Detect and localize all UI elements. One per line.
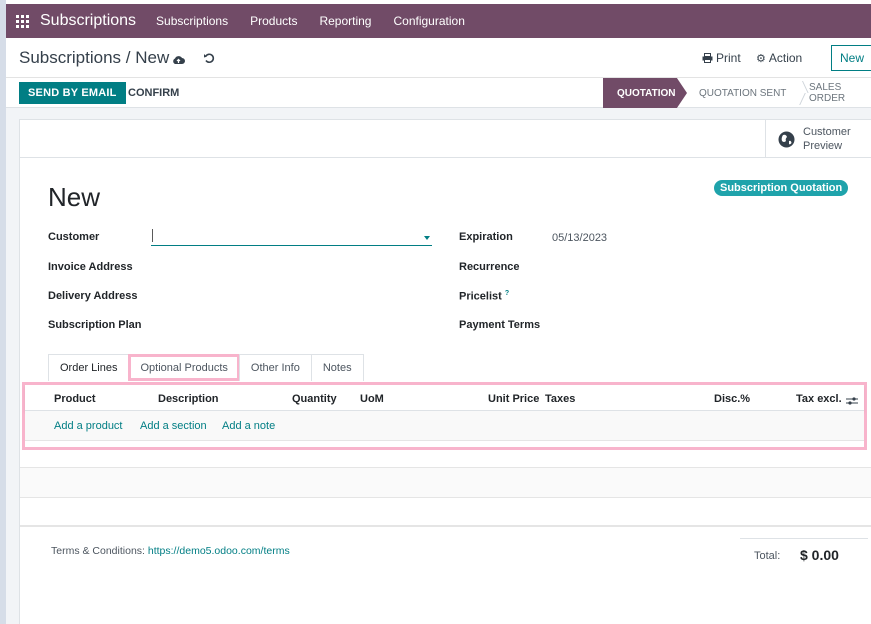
preview-label-line1: Customer — [803, 126, 851, 138]
col-description[interactable]: Description — [158, 393, 219, 405]
expiration-value[interactable]: 05/13/2023 — [552, 232, 607, 244]
stage-sales-order[interactable]: SALES ORDER — [809, 78, 871, 108]
customer-input[interactable] — [151, 226, 432, 246]
column-settings-icon[interactable] — [846, 393, 858, 411]
menu-products[interactable]: Products — [250, 14, 297, 28]
col-unit-price[interactable]: Unit Price — [488, 393, 539, 405]
add-product-link[interactable]: Add a product — [54, 420, 123, 432]
action-label: Action — [768, 51, 803, 65]
order-lines-table: Product Description Quantity UoM Unit Pr… — [22, 382, 867, 450]
col-tax-excl[interactable]: Tax excl. — [796, 393, 842, 405]
terms-label: Terms & Conditions: — [51, 545, 145, 557]
help-tooltip-icon[interactable]: ? — [505, 290, 509, 297]
tab-other-info[interactable]: Other Info — [238, 354, 312, 381]
dropdown-caret-icon[interactable] — [424, 236, 430, 240]
total-label: Total: — [754, 550, 781, 562]
add-section-link[interactable]: Add a section — [140, 420, 207, 432]
print-label: Print — [716, 51, 741, 65]
top-navbar: Subscriptions Subscriptions Products Rep… — [6, 4, 871, 38]
add-line-row: Add a product Add a section Add a note — [25, 411, 864, 441]
col-discount[interactable]: Disc.% — [714, 393, 750, 405]
record-title: New — [48, 182, 101, 212]
table-header: Product Description Quantity UoM Unit Pr… — [25, 385, 864, 411]
table-row-divider — [20, 497, 871, 498]
gear-icon: ⚙ — [756, 52, 766, 65]
save-cloud-icon[interactable] — [172, 52, 185, 70]
tab-optional-products[interactable]: Optional Products — [128, 354, 240, 381]
discard-undo-icon[interactable] — [203, 51, 215, 69]
invoice-address-label: Invoice Address — [48, 261, 133, 273]
menu-subscriptions[interactable]: Subscriptions — [156, 14, 228, 28]
breadcrumb[interactable]: Subscriptions / New — [19, 48, 169, 68]
new-button[interactable]: New — [831, 45, 871, 71]
col-uom[interactable]: UoM — [360, 393, 384, 405]
stage-quotation[interactable]: QUOTATION — [603, 78, 687, 108]
stage-quotation-sent[interactable]: QUOTATION SENT — [699, 78, 786, 108]
menu-configuration[interactable]: Configuration — [393, 14, 464, 28]
add-note-link[interactable]: Add a note — [222, 420, 275, 432]
app-name[interactable]: Subscriptions — [40, 12, 136, 30]
menu-reporting[interactable]: Reporting — [319, 14, 371, 28]
send-by-email-button[interactable]: SEND BY EMAIL — [19, 82, 126, 104]
action-button[interactable]: ⚙ Action — [756, 51, 802, 65]
apps-grid-icon[interactable] — [16, 14, 29, 28]
status-bar: SEND BY EMAIL CONFIRM QUOTATION QUOTATIO… — [6, 78, 871, 108]
tab-order-lines[interactable]: Order Lines — [48, 354, 130, 381]
subscription-plan-label: Subscription Plan — [48, 319, 142, 331]
terms-link[interactable]: https://demo5.odoo.com/terms — [148, 545, 290, 557]
col-quantity[interactable]: Quantity — [292, 393, 337, 405]
payment-terms-label: Payment Terms — [459, 319, 541, 331]
stage-separator — [789, 81, 809, 93]
terms-and-conditions: Terms & Conditions: https://demo5.odoo.c… — [51, 545, 290, 557]
pricelist-label-wrap: Pricelist ? — [459, 290, 509, 303]
customer-preview-button[interactable]: Customer Preview — [765, 120, 871, 158]
notebook-tabs: Order Lines Optional Products Other Info… — [48, 354, 364, 381]
printer-icon — [702, 53, 713, 63]
col-product[interactable]: Product — [54, 393, 96, 405]
text-cursor — [152, 229, 153, 242]
print-button[interactable]: Print — [702, 51, 741, 65]
recurrence-label: Recurrence — [459, 261, 520, 273]
preview-label-line2: Preview — [803, 140, 843, 152]
total-divider — [740, 538, 868, 539]
stage-separator — [786, 93, 806, 105]
subscription-quotation-badge: Subscription Quotation — [714, 180, 849, 196]
button-box: Customer Preview — [20, 120, 871, 158]
delivery-address-label: Delivery Address — [48, 290, 138, 302]
confirm-button[interactable]: CONFIRM — [128, 82, 179, 104]
total-amount: $ 0.00 — [800, 547, 839, 563]
col-taxes[interactable]: Taxes — [545, 393, 575, 405]
table-bottom-divider — [20, 525, 871, 527]
globe-icon — [778, 131, 795, 147]
customer-label: Customer — [48, 231, 100, 243]
empty-table-row — [20, 468, 871, 497]
control-panel: Subscriptions / New Print ⚙ Action New — [6, 38, 871, 78]
form-sheet: Customer Preview New Subscription Quotat… — [19, 119, 871, 624]
expiration-label: Expiration — [459, 231, 513, 243]
pricelist-label: Pricelist — [459, 290, 502, 303]
tab-notes[interactable]: Notes — [310, 354, 364, 381]
